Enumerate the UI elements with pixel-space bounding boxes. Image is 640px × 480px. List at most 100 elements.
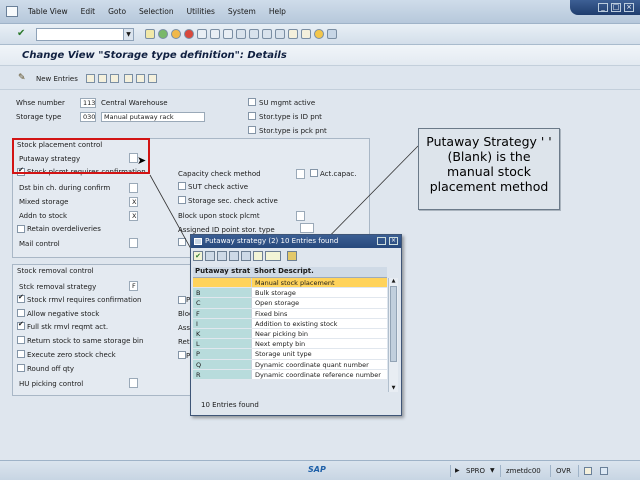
removal-confirm-checkbox[interactable]: [17, 293, 25, 303]
back-icon[interactable]: [158, 29, 168, 39]
menu-table-view[interactable]: Table View: [28, 7, 68, 16]
status-toggle-icon[interactable]: ▶: [455, 467, 460, 474]
find-icon[interactable]: [217, 251, 227, 261]
shortcut-icon[interactable]: [301, 29, 311, 39]
table-row[interactable]: R Dynamic coordinate reference number: [193, 369, 387, 380]
deselect-icon[interactable]: [136, 74, 145, 83]
storage-sec-checkbox[interactable]: [178, 196, 186, 204]
print-icon[interactable]: [197, 29, 207, 39]
partial-removal-checkbox-5[interactable]: [178, 351, 186, 359]
close-icon[interactable]: ×: [624, 3, 634, 12]
return-same-bin-checkbox[interactable]: [17, 336, 25, 344]
act-capac-checkbox[interactable]: [310, 169, 318, 177]
config-icon[interactable]: [148, 74, 157, 83]
confirm-icon[interactable]: ✔: [193, 251, 203, 261]
mail-control-field[interactable]: [129, 238, 138, 248]
table-row[interactable]: C Open storage: [193, 298, 387, 309]
enter-check-icon[interactable]: ✔: [17, 28, 25, 39]
sut-check-checkbox[interactable]: [178, 182, 186, 190]
new-entries-button[interactable]: New Entries: [36, 75, 78, 83]
id-pnt-checkbox[interactable]: [248, 112, 256, 120]
block-plcmt-field[interactable]: [296, 211, 305, 221]
detail-icon[interactable]: [253, 251, 263, 261]
zero-stock-checkbox[interactable]: [17, 350, 25, 358]
next-page-icon[interactable]: [262, 29, 272, 39]
removal-strategy-field[interactable]: F: [129, 281, 138, 291]
whse-number-field: 113: [80, 98, 96, 108]
sap-menu-icon[interactable]: [6, 6, 18, 17]
sort-asc-icon[interactable]: [229, 251, 239, 261]
command-field[interactable]: ▼: [36, 28, 134, 41]
menu-help[interactable]: Help: [269, 7, 286, 16]
menu-edit[interactable]: Edit: [81, 7, 96, 16]
addn-stock-field[interactable]: X: [129, 211, 138, 221]
menu-selection[interactable]: Selection: [139, 7, 174, 16]
cancel-icon[interactable]: [184, 29, 194, 39]
negative-stock-checkbox[interactable]: [17, 309, 25, 317]
help-icon[interactable]: [314, 29, 324, 39]
menu-goto[interactable]: Goto: [108, 7, 126, 16]
column-header-description[interactable]: Short Descript.: [251, 267, 387, 277]
menu-system[interactable]: System: [228, 7, 256, 16]
maximize-icon[interactable]: □: [611, 3, 621, 12]
new-entries-icon[interactable]: ✎: [18, 73, 26, 83]
table-row[interactable]: B Bulk storage: [193, 288, 387, 299]
full-stk-checkbox[interactable]: [17, 320, 25, 330]
mixed-storage-field[interactable]: X: [129, 197, 138, 207]
table-row[interactable]: K Near picking bin: [193, 328, 387, 340]
layout-icon[interactable]: [327, 29, 337, 39]
pck-pnt-checkbox[interactable]: [248, 126, 256, 134]
exit-icon[interactable]: [171, 29, 181, 39]
personalize-icon[interactable]: [287, 251, 297, 261]
find-next-icon[interactable]: [223, 29, 233, 39]
select-all-icon[interactable]: [124, 74, 133, 83]
partial-checkbox[interactable]: [178, 238, 186, 246]
minimize-icon[interactable]: _: [598, 3, 608, 12]
first-page-icon[interactable]: [236, 29, 246, 39]
scroll-thumb[interactable]: [390, 286, 397, 362]
retain-overdeliveries-checkbox[interactable]: [17, 225, 25, 233]
round-off-checkbox[interactable]: [17, 364, 25, 372]
scroll-up-icon[interactable]: ▲: [390, 278, 397, 285]
scroll-down-icon[interactable]: ▼: [390, 385, 397, 392]
sort-desc-icon[interactable]: [241, 251, 251, 261]
table-row[interactable]: I Addition to existing stock: [193, 318, 387, 329]
popup-close-icon[interactable]: ×: [389, 237, 398, 245]
column-header-strategy[interactable]: Putaway strat: [193, 267, 251, 277]
block-plcmt-label: Block upon stock plcmt: [178, 212, 260, 220]
chevron-down-icon[interactable]: ▼: [123, 29, 133, 40]
popup-table: Putaway strat Short Descript. Manual sto…: [193, 267, 387, 380]
print-icon[interactable]: [265, 251, 281, 261]
new-session-icon[interactable]: [288, 29, 298, 39]
dst-bin-field[interactable]: [129, 183, 138, 193]
filter-icon[interactable]: [205, 251, 215, 261]
storage-type-desc-field[interactable]: Manual putaway rack: [101, 112, 205, 122]
status-dropdown-icon[interactable]: ▼: [490, 467, 495, 474]
table-row[interactable]: P Storage unit type: [193, 349, 387, 360]
save-icon[interactable]: [145, 29, 155, 39]
copy-icon[interactable]: [86, 74, 95, 83]
sap-logo: SAP: [308, 465, 326, 474]
su-mgmt-checkbox[interactable]: [248, 98, 256, 106]
prev-page-icon[interactable]: [249, 29, 259, 39]
table-row[interactable]: Manual stock placement: [193, 278, 387, 289]
divider: [578, 465, 579, 477]
popup-toolbar: ✔: [193, 251, 297, 261]
partial-removal-checkbox-1[interactable]: [178, 296, 186, 304]
delete-icon[interactable]: [98, 74, 107, 83]
status-session-icon[interactable]: [584, 467, 592, 475]
menu-utilities[interactable]: Utilities: [187, 7, 215, 16]
capacity-check-field[interactable]: [296, 169, 305, 179]
partial-removal-label-4: Ret: [178, 338, 190, 346]
last-page-icon[interactable]: [275, 29, 285, 39]
assigned-id-field[interactable]: [300, 223, 314, 233]
status-lock-icon[interactable]: [600, 467, 608, 475]
table-row[interactable]: L Next empty bin: [193, 339, 387, 350]
table-row[interactable]: F Fixed bins: [193, 308, 387, 319]
table-row[interactable]: Q Dynamic coordinate quant number: [193, 359, 387, 370]
hu-picking-field[interactable]: [129, 378, 138, 388]
undo-icon[interactable]: [110, 74, 119, 83]
popup-maximize-icon[interactable]: [377, 237, 386, 245]
find-icon[interactable]: [210, 29, 220, 39]
popup-scrollbar[interactable]: ▲ ▼: [388, 278, 398, 392]
